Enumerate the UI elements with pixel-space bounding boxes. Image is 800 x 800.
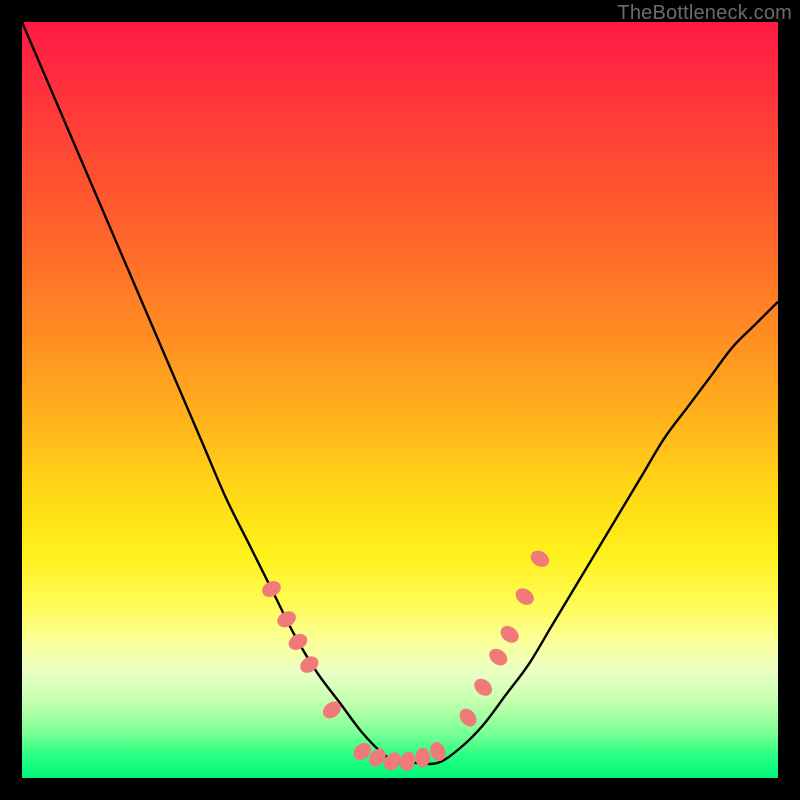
- curve-marker: [415, 748, 430, 768]
- curve-markers: [259, 547, 552, 773]
- curve-marker: [398, 750, 417, 773]
- curve-marker: [497, 623, 522, 647]
- curve-marker: [486, 645, 511, 669]
- curve-marker: [320, 698, 345, 722]
- chart-stage: TheBottleneck.com: [0, 0, 800, 800]
- curve-marker: [274, 608, 298, 630]
- bottleneck-curve-svg: [22, 22, 778, 778]
- curve-marker: [528, 547, 552, 570]
- curve-marker: [259, 578, 283, 600]
- watermark-text: TheBottleneck.com: [617, 2, 792, 25]
- curve-marker: [286, 631, 310, 653]
- curve-marker: [471, 675, 496, 699]
- curve-marker: [512, 585, 537, 608]
- plot-area: [22, 22, 778, 778]
- bottleneck-curve-path: [22, 22, 778, 764]
- curve-marker: [456, 705, 480, 730]
